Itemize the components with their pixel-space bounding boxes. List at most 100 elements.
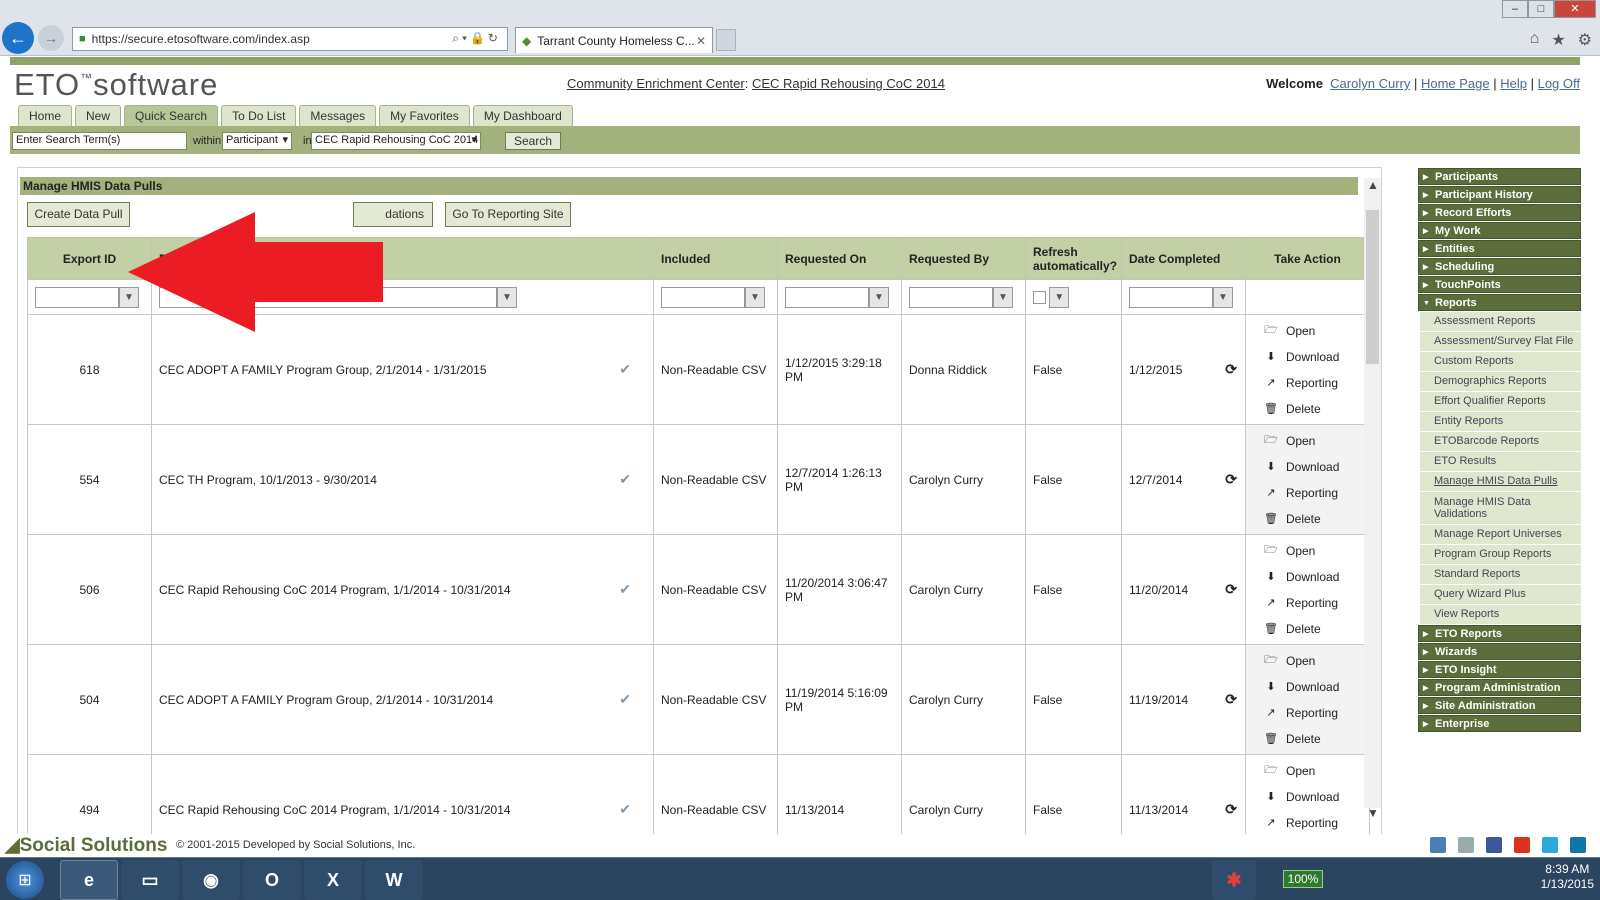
filter-icon[interactable]: ▼ [869, 286, 889, 308]
sidebar-section-entities[interactable]: Entities [1418, 240, 1581, 258]
address-bar[interactable]: ■ https://secure.etosoftware.com/index.a… [72, 27, 508, 51]
sidebar-item-program-group-reports[interactable]: Program Group Reports [1420, 545, 1581, 564]
scroll-down-icon[interactable]: ▼ [1367, 806, 1379, 820]
col-requested-by[interactable]: Requested By [901, 237, 1026, 280]
new-tab-button[interactable] [716, 29, 736, 51]
filter-icon[interactable]: ▼ [1213, 286, 1233, 308]
sidebar-item-assessment-survey-flat-file[interactable]: Assessment/Survey Flat File [1420, 332, 1581, 351]
col-requested-on[interactable]: Requested On [777, 237, 902, 280]
download-action[interactable]: ⬇ Download [1264, 784, 1369, 810]
address-tools-icon[interactable]: ⌕▾🔒↻ [452, 31, 501, 46]
tab-quick-search[interactable]: Quick Search [124, 105, 219, 126]
filter-input[interactable] [661, 286, 745, 308]
filter-icon[interactable]: ▼ [1049, 286, 1070, 308]
sidebar-section-participant-history[interactable]: Participant History [1418, 186, 1581, 204]
org-link[interactable]: Community Enrichment Center [567, 76, 745, 91]
within-select[interactable]: Participant [222, 132, 292, 150]
minimize-button[interactable]: – [1502, 0, 1528, 18]
refresh-icon[interactable]: ⟳ [1225, 691, 1237, 708]
refresh-icon[interactable]: ⟳ [1225, 581, 1237, 598]
reporting-action[interactable]: ↗ Reporting [1264, 810, 1369, 836]
sidebar-item-manage-hmis-data-validations[interactable]: Manage HMIS Data Validations [1420, 492, 1581, 524]
excel-taskbar-icon[interactable]: X [304, 860, 362, 900]
open-action[interactable]: 🗁 Open [1264, 428, 1369, 454]
home-icon[interactable]: ⌂ [1530, 30, 1540, 50]
refresh-icon[interactable]: ⟳ [1225, 801, 1237, 818]
home-page-link[interactable]: Home Page [1421, 76, 1490, 91]
delete-action[interactable]: 🗑 Delete [1264, 726, 1369, 752]
program-link[interactable]: CEC Rapid Rehousing CoC 2014 [752, 76, 945, 91]
sidebar-item-query-wizard-plus[interactable]: Query Wizard Plus [1420, 585, 1581, 604]
chrome-taskbar-icon[interactable]: ◉ [182, 860, 240, 900]
back-button[interactable]: ← [2, 22, 34, 54]
sidebar-section-program-administration[interactable]: Program Administration [1418, 679, 1581, 697]
sidebar-section-participants[interactable]: Participants [1418, 168, 1581, 186]
reporting-action[interactable]: ↗ Reporting [1264, 590, 1369, 616]
filter-icon[interactable]: ▼ [497, 286, 517, 308]
sidebar-section-scheduling[interactable]: Scheduling [1418, 258, 1581, 276]
start-button[interactable]: ⊞ [6, 861, 44, 899]
eto-icon[interactable] [1458, 837, 1474, 853]
sidebar-item-manage-report-universes[interactable]: Manage Report Universes [1420, 525, 1581, 544]
refresh-icon[interactable]: ⟳ [1225, 471, 1237, 488]
filter-checkbox[interactable] [1033, 290, 1046, 304]
sidebar-item-effort-qualifier-reports[interactable]: Effort Qualifier Reports [1420, 392, 1581, 411]
word-taskbar-icon[interactable]: W [365, 860, 423, 900]
refresh-icon[interactable]: ⟳ [1225, 361, 1237, 378]
twitter-icon[interactable] [1542, 837, 1558, 853]
facebook-icon[interactable] [1486, 837, 1502, 853]
reporting-action[interactable]: ↗ Reporting [1264, 700, 1369, 726]
forward-button[interactable]: → [38, 25, 64, 51]
create-data-pull-button[interactable]: Create Data Pull [27, 202, 130, 227]
scroll-thumb[interactable] [1366, 210, 1379, 364]
sidebar-item-etobarcode-reports[interactable]: ETOBarcode Reports [1420, 432, 1581, 451]
delete-action[interactable]: 🗑 Delete [1264, 506, 1369, 532]
close-tab-icon[interactable]: ✕ [696, 34, 706, 48]
tab-home[interactable]: Home [18, 105, 73, 126]
sidebar-section-my-work[interactable]: My Work [1418, 222, 1581, 240]
scroll-up-icon[interactable]: ▲ [1367, 178, 1379, 192]
log-off-link[interactable]: Log Off [1538, 76, 1580, 91]
sidebar-section-site-administration[interactable]: Site Administration [1418, 697, 1581, 715]
filter-input[interactable] [35, 286, 119, 308]
panel-scrollbar[interactable]: ▲ ▼ [1364, 178, 1381, 820]
tab-to-do-list[interactable]: To Do List [221, 105, 297, 126]
tab-messages[interactable]: Messages [299, 105, 377, 126]
col-included[interactable]: Included [653, 237, 778, 280]
help-link[interactable]: Help [1500, 76, 1527, 91]
reporting-action[interactable]: ↗ Reporting [1264, 480, 1369, 506]
sidebar-item-custom-reports[interactable]: Custom Reports [1420, 352, 1581, 371]
tab-new[interactable]: New [75, 105, 122, 126]
explorer-taskbar-icon[interactable]: ▭ [121, 860, 179, 900]
delete-action[interactable]: 🗑 Delete [1264, 616, 1369, 642]
linkedin-icon[interactable] [1570, 837, 1586, 853]
settings-gear-icon[interactable]: ⚙ [1578, 30, 1592, 50]
delete-action[interactable]: 🗑 Delete [1264, 396, 1369, 422]
filter-input[interactable] [909, 286, 993, 308]
sidebar-section-enterprise[interactable]: Enterprise [1418, 715, 1581, 733]
share-icon[interactable] [1430, 837, 1446, 853]
sidebar-item-eto-results[interactable]: ETO Results [1420, 452, 1581, 471]
filter-icon[interactable]: ▼ [993, 286, 1013, 308]
sidebar-item-manage-hmis-data-pulls[interactable]: Manage HMIS Data Pulls [1420, 472, 1581, 491]
sidebar-section-record-efforts[interactable]: Record Efforts [1418, 204, 1581, 222]
download-action[interactable]: ⬇ Download [1264, 344, 1369, 370]
sidebar-item-assessment-reports[interactable]: Assessment Reports [1420, 312, 1581, 331]
sidebar-section-touchpoints[interactable]: TouchPoints [1418, 276, 1581, 294]
download-action[interactable]: ⬇ Download [1264, 674, 1369, 700]
outlook-taskbar-icon[interactable]: O [243, 860, 301, 900]
app-taskbar-icon[interactable]: ✱ [1212, 860, 1256, 900]
system-clock[interactable]: 8:39 AM 1/13/2015 [1541, 862, 1594, 892]
battery-indicator[interactable]: 100% [1283, 870, 1323, 888]
open-action[interactable]: 🗁 Open [1264, 758, 1369, 784]
sidebar-item-standard-reports[interactable]: Standard Reports [1420, 565, 1581, 584]
open-action[interactable]: 🗁 Open [1264, 318, 1369, 344]
search-input[interactable]: Enter Search Term(s) [12, 132, 187, 150]
open-action[interactable]: 🗁 Open [1264, 538, 1369, 564]
col-refresh[interactable]: Refresh automatically? [1025, 237, 1122, 280]
sidebar-item-entity-reports[interactable]: Entity Reports [1420, 412, 1581, 431]
sidebar-item-demographics-reports[interactable]: Demographics Reports [1420, 372, 1581, 391]
go-to-reporting-site-button[interactable]: Go To Reporting Site [445, 202, 571, 227]
program-select[interactable]: CEC Rapid Rehousing CoC 2014 [311, 132, 481, 150]
sidebar-section-reports[interactable]: Reports [1418, 294, 1581, 312]
